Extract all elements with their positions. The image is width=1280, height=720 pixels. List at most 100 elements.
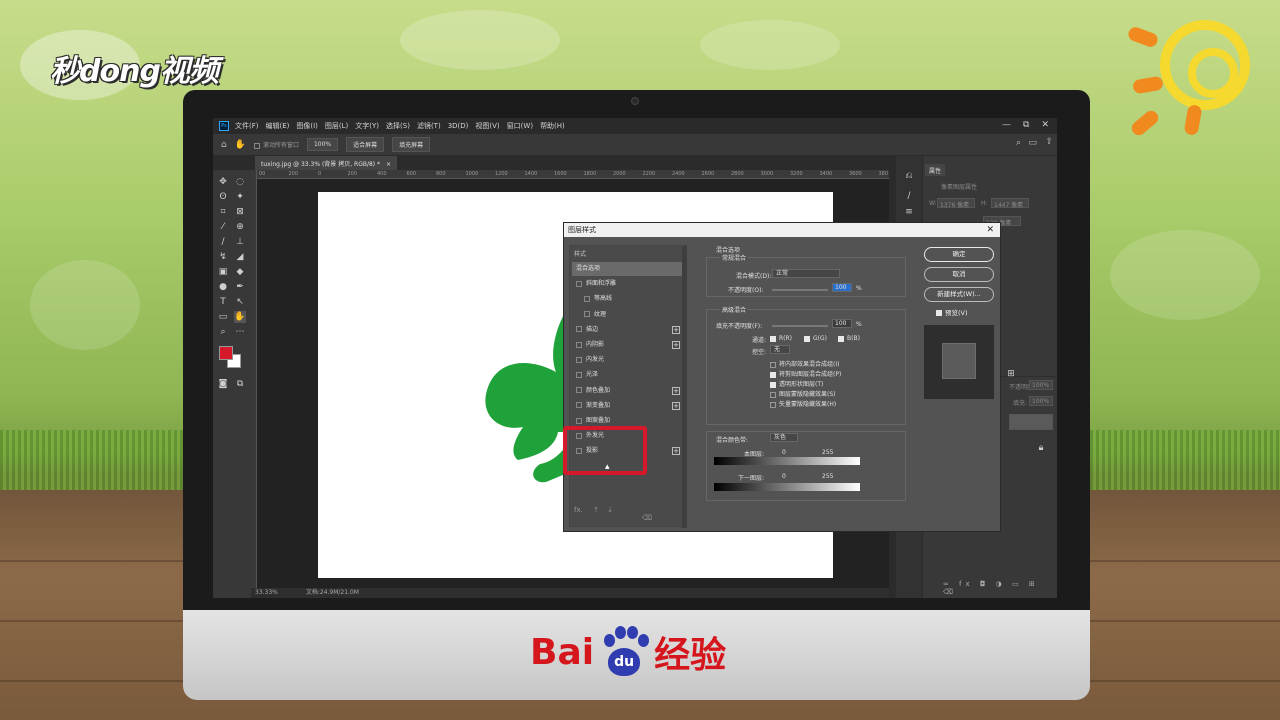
preview-toggle[interactable]: 预览(V) [936,307,968,317]
fill-opacity-slider[interactable] [772,325,828,327]
maximize-icon[interactable]: ⧉ [1023,120,1029,130]
channel-g[interactable]: G(G) [804,335,827,342]
menu-3d[interactable]: 3D(D) [448,122,469,130]
quick-mask-icon[interactable]: ◙ [217,378,229,390]
channel-g-checkbox[interactable] [804,335,810,342]
menu-select[interactable]: 选择(S) [386,121,410,131]
style-item[interactable]: 等高线 [572,292,686,306]
move-down-icon[interactable]: ⇣ [607,506,613,514]
underlying-layer-gradient-slider[interactable] [714,483,860,491]
channel-b[interactable]: B(B) [838,335,860,342]
blend-mode-select[interactable]: 正常 [772,269,840,278]
lock-layer-icon[interactable]: 🔒︎ [1035,442,1047,454]
dodge-tool-icon[interactable]: ● [217,281,229,293]
this-layer-gradient-slider[interactable] [714,457,860,465]
style-checkbox[interactable] [584,295,590,302]
layer-row[interactable] [1009,414,1053,430]
workspace-icon[interactable]: ▭ [1028,138,1037,148]
delete-style-icon[interactable]: ⌫ [642,514,652,522]
pen-tool-icon[interactable]: ✒ [234,281,246,293]
style-item[interactable]: 渐变叠加 + [572,399,686,413]
layer-fill-field[interactable]: 100% [1029,396,1053,406]
preview-checkbox[interactable] [936,310,942,316]
option-vector-mask-hides[interactable]: 矢量蒙版隐藏效果(H) [770,399,836,408]
frame-tool-icon[interactable]: ⊠ [234,206,246,218]
add-style-icon[interactable]: + [672,325,680,334]
shape-tool-icon[interactable]: ▭ [217,311,229,323]
layer-mask-hides-checkbox[interactable] [770,391,776,398]
move-up-icon[interactable]: ⇡ [593,506,599,514]
style-item[interactable]: 描边 + [572,323,686,337]
crop-tool-icon[interactable]: ⌗ [217,206,229,218]
foreground-color-swatch[interactable] [219,346,233,360]
width-field[interactable]: 1376 像素 [937,198,975,209]
transparency-shapes-checkbox[interactable] [770,381,776,388]
fit-screen-button[interactable]: 适合屏幕 [346,137,385,152]
fill-opacity-input[interactable]: 100 [832,319,852,328]
gradient-tool-icon[interactable]: ▣ [217,266,229,278]
history-brush-icon[interactable]: ↯ [217,251,229,263]
path-select-icon[interactable]: ↖ [234,296,246,308]
style-item[interactable]: 内发光 [572,353,686,367]
eyedropper-icon[interactable]: ⁄ [217,221,229,233]
fill-screen-button[interactable]: 填充屏幕 [392,137,431,152]
menu-help[interactable]: 帮助(H) [540,121,565,131]
clone-stamp-icon[interactable]: ⊥ [234,236,246,248]
menu-layer[interactable]: 图层(L) [325,121,348,131]
home-icon[interactable]: ⌂ [221,140,227,150]
share-icon[interactable]: ⇪ [1045,137,1053,147]
ok-button[interactable]: 确定 [924,247,994,262]
minimize-icon[interactable]: — [1002,120,1011,130]
style-checkbox[interactable] [576,280,582,287]
style-checkbox[interactable] [576,371,582,378]
document-tab[interactable]: tuxing.jpg @ 33.3% (背景 拷贝, RGB/8) * × [255,156,397,170]
option-blend-clipped[interactable]: 将剪贴图层混合成组(P) [770,369,841,378]
blur-tool-icon[interactable]: ◆ [234,266,246,278]
option-transparency-shapes[interactable]: 透明形状图层(T) [770,379,823,388]
layer-opacity-field[interactable]: 100% [1029,380,1053,390]
menu-file[interactable]: 文件(F) [235,121,259,131]
style-checkbox[interactable] [576,387,582,394]
screen-mode-icon[interactable]: ⧉ [234,378,246,390]
menu-window[interactable]: 窗口(W) [507,121,533,131]
styles-scrollbar[interactable] [682,246,687,528]
marquee-tool-icon[interactable]: ◌ [234,176,246,188]
blend-interior-checkbox[interactable] [770,361,776,368]
style-item[interactable]: 斜面和浮雕 [572,277,686,291]
lock-icon[interactable]: ⊞ [1005,368,1017,380]
channel-r-checkbox[interactable] [770,335,776,342]
eraser-icon[interactable]: ◢ [234,251,246,263]
more-tools-icon[interactable]: ⋯ [234,326,246,338]
opacity-slider[interactable] [772,289,828,291]
zoom-100-button[interactable]: 100% [306,138,339,151]
style-item[interactable]: 纹理 [572,308,686,322]
type-tool-icon[interactable]: T [217,296,229,308]
lasso-tool-icon[interactable]: ʘ [217,191,229,203]
adjust-panel-icon[interactable]: ≡ [903,206,915,218]
hand-tool-panel-icon[interactable]: ✋ [234,311,246,323]
healing-brush-icon[interactable]: ⊕ [234,221,246,233]
move-tool-icon[interactable]: ✥ [217,176,229,188]
style-item[interactable]: 颜色叠加 + [572,384,686,398]
dialog-close-icon[interactable]: ✕ [986,223,994,237]
channel-r[interactable]: R(R) [770,335,792,342]
style-item[interactable]: 光泽 [572,368,686,382]
style-checkbox[interactable] [576,326,582,333]
style-checkbox[interactable] [576,356,582,363]
brush-tool-icon[interactable]: ∕ [217,236,229,248]
tab-properties[interactable]: 属性 [925,164,946,176]
add-style-icon[interactable]: + [672,341,680,349]
history-panel-icon[interactable]: ⎌ [903,170,915,182]
knockout-select[interactable]: 无 [770,345,790,354]
option-blend-interior[interactable]: 将内部效果混合成组(I) [770,359,839,368]
layers-footer-icons[interactable]: ∞ fx ◘ ◑ ▭ ⊞ ⌫ [943,580,1057,596]
fx-icon[interactable]: fx. [574,506,583,514]
magic-wand-icon[interactable]: ✦ [234,191,246,203]
menu-edit[interactable]: 编辑(E) [266,121,290,131]
brush-panel-icon[interactable]: ∕ [903,190,915,202]
blend-clipped-checkbox[interactable] [770,371,776,378]
tab-close-icon[interactable]: × [386,161,391,168]
scroll-all-checkbox[interactable] [253,142,260,149]
option-layer-mask-hides[interactable]: 图层蒙版隐藏效果(S) [770,389,836,398]
zoom-tool-icon[interactable]: ⌕ [217,326,229,338]
